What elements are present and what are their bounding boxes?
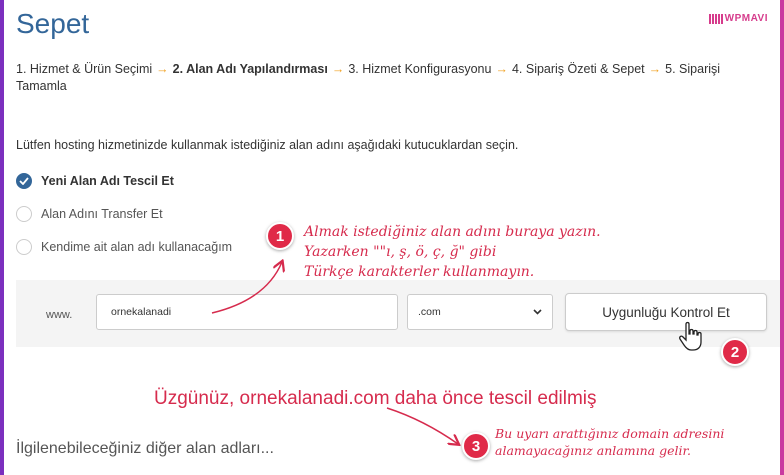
step-arrow-icon: → (156, 62, 169, 76)
step-arrow-icon: → (495, 62, 508, 76)
note-line: Yazarken ""ı, ş, ö, ç, ğ" gibi (304, 244, 497, 260)
domain-input[interactable] (96, 294, 398, 330)
arrow-to-error (386, 407, 458, 444)
annotation-badge-3: 3 (462, 432, 490, 460)
chevron-down-icon (533, 309, 542, 315)
other-domains-heading: İlgilenebileceğiniz diğer alan adları... (16, 440, 274, 457)
step-arrow-icon: → (648, 62, 662, 76)
annotation-note-3: Bu uyarı arattığınız domain adresini ala… (495, 425, 724, 459)
annotation-badge-2: 2 (721, 338, 749, 366)
option-label: Yeni Alan Adı Tescil Et (41, 174, 174, 188)
note-line: Bu uyarı arattığınız domain adresini (495, 426, 725, 441)
hand-pointer-icon (679, 321, 702, 351)
radio-checked-icon[interactable] (16, 173, 32, 189)
option-register-domain[interactable]: Yeni Alan Adı Tescil Et (16, 173, 174, 189)
radio-icon[interactable] (16, 206, 32, 222)
option-label: Kendime ait alan adı kullanacağım (41, 240, 233, 254)
www-prefix: www. (46, 309, 73, 321)
step-4: 4. Sipariş Özeti & Sepet (511, 62, 645, 76)
annotation-badge-1: 1 (266, 222, 294, 250)
option-label: Alan Adını Transfer Et (41, 207, 163, 221)
step-3: 3. Hizmet Konfigurasyonu (348, 62, 492, 76)
page-title: Sepet (16, 8, 90, 39)
option-own-domain[interactable]: Kendime ait alan adı kullanacağım (16, 239, 232, 255)
option-transfer-domain[interactable]: Alan Adını Transfer Et (16, 206, 163, 222)
tld-select[interactable]: .com (407, 294, 553, 330)
step-arrow-icon: → (331, 62, 345, 76)
step-2: 2. Alan Adı Yapılandırması (172, 62, 328, 76)
wpmavi-logo: WPMAVI (708, 13, 768, 24)
logo-bars-icon (708, 13, 723, 24)
note-line: alamayacağınız anlamına gelir. (495, 443, 692, 458)
tld-selected-value: .com (418, 306, 441, 318)
cart-panel: Sepet WPMAVI 1. Hizmet & Ürün Seçimi → 2. … (4, 0, 780, 475)
checkout-steps: 1. Hizmet & Ürün Seçimi → 2. Alan Adı Yapı… (16, 61, 766, 95)
logo-text: WPMAVI (724, 13, 768, 24)
note-line: Almak istediğiniz alan adını buraya yazı… (304, 224, 601, 240)
error-message: Üzgünüz, ornekalanadi.com daha önce tesc… (154, 388, 597, 409)
annotation-note-1: Almak istediğiniz alan adını buraya yazı… (304, 222, 601, 282)
step-1: 1. Hizmet & Ürün Seçimi (16, 62, 153, 76)
domain-search-box: www. .com Uygunluğu Kontrol Et (16, 280, 780, 347)
radio-icon[interactable] (16, 239, 32, 255)
intro-text: Lütfen hosting hizmetinizde kullanmak is… (16, 138, 519, 152)
note-line: Türkçe karakterler kullanmayın. (304, 264, 535, 280)
check-availability-button[interactable]: Uygunluğu Kontrol Et (565, 293, 767, 331)
